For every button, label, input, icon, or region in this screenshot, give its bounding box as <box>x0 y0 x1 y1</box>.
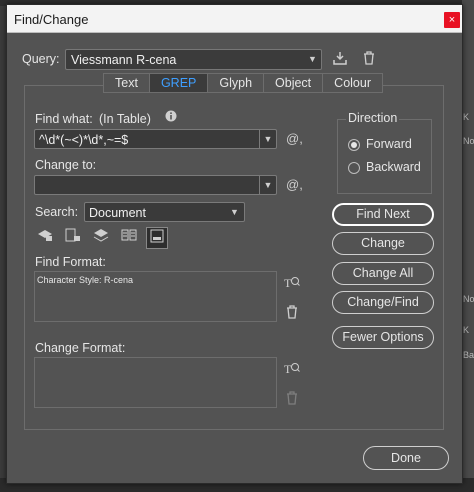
search-scope-select[interactable]: Document ▼ <box>84 202 245 222</box>
background-fragment: K <box>463 112 470 122</box>
find-format-label: Find Format: <box>35 255 106 269</box>
done-button[interactable]: Done <box>363 446 449 470</box>
include-master-pages-icon[interactable] <box>118 227 140 249</box>
fewer-options-button[interactable]: Fewer Options <box>332 326 434 349</box>
chevron-down-icon[interactable]: ▼ <box>259 130 276 148</box>
find-format-box[interactable]: Character Style: R-cena <box>34 271 277 322</box>
tab-grep[interactable]: GREP <box>149 74 209 92</box>
background-panel-right: K No No K Ba <box>462 0 474 492</box>
radio-forward-label[interactable]: Forward <box>366 137 412 151</box>
query-value: Viessmann R-cena <box>71 53 177 67</box>
find-what-field[interactable]: ^\d*(~<)*\d*,~=$ ▼ <box>34 129 277 149</box>
change-find-button[interactable]: Change/Find <box>332 291 434 314</box>
tab-colour[interactable]: Colour <box>323 74 382 92</box>
chevron-down-icon: ▼ <box>308 54 317 64</box>
include-hidden-layers-icon[interactable] <box>90 227 112 249</box>
specify-attributes-icon[interactable]: T <box>284 275 300 292</box>
chevron-down-icon: ▼ <box>230 207 239 217</box>
change-format-box[interactable] <box>34 357 277 408</box>
direction-group: Direction Forward Backward <box>337 111 432 194</box>
find-what-label: Find what: <box>35 112 93 126</box>
change-format-label: Change Format: <box>35 341 126 355</box>
radio-backward-label[interactable]: Backward <box>366 160 421 174</box>
radio-forward[interactable] <box>348 139 360 151</box>
tab-glyph[interactable]: Glyph <box>208 74 265 92</box>
include-locked-stories-icon[interactable] <box>62 227 84 249</box>
special-characters-icon[interactable]: @, <box>286 131 303 146</box>
find-change-dialog: Find/Change × Query: Viessmann R-cena ▼ … <box>6 4 463 484</box>
query-select[interactable]: Viessmann R-cena ▼ <box>65 49 322 70</box>
find-what-scope: (In Table) <box>99 112 151 126</box>
direction-label: Direction <box>346 111 400 125</box>
tab-object[interactable]: Object <box>264 74 324 92</box>
background-fragment: No <box>463 136 474 146</box>
title-bar[interactable]: Find/Change × <box>7 5 462 33</box>
info-icon[interactable] <box>164 110 178 126</box>
change-all-button[interactable]: Change All <box>332 262 434 285</box>
specify-attributes-icon[interactable]: T <box>284 361 300 378</box>
save-query-icon[interactable] <box>332 51 348 69</box>
special-characters-icon[interactable]: @, <box>286 177 303 192</box>
background-fragment: Ba <box>463 350 474 360</box>
background-fragment: K <box>463 325 470 335</box>
change-to-label: Change to: <box>35 158 97 172</box>
close-button[interactable]: × <box>444 12 460 28</box>
find-what-value: ^\d*(~<)*\d*,~=$ <box>39 133 129 147</box>
chevron-down-icon[interactable]: ▼ <box>259 176 276 194</box>
include-locked-layers-icon[interactable] <box>34 227 56 249</box>
search-scope-value: Document <box>89 206 146 220</box>
change-to-field[interactable]: ▼ <box>34 175 277 195</box>
tab-text[interactable]: Text <box>104 74 150 92</box>
window-title: Find/Change <box>14 12 89 27</box>
include-footnotes-icon[interactable] <box>146 227 168 249</box>
find-format-value: Character Style: R-cena <box>37 275 134 285</box>
trash-icon[interactable] <box>361 51 377 69</box>
search-label: Search: <box>35 205 79 219</box>
query-label: Query: <box>22 52 60 66</box>
svg-text:T: T <box>284 276 292 289</box>
svg-text:T: T <box>284 362 292 375</box>
background-fragment: No <box>463 294 474 304</box>
trash-icon[interactable] <box>286 305 298 322</box>
search-type-tabs: Text GREP Glyph Object Colour <box>103 73 383 93</box>
radio-backward[interactable] <box>348 162 360 174</box>
trash-icon <box>286 391 298 408</box>
find-next-button[interactable]: Find Next <box>332 203 434 226</box>
change-button[interactable]: Change <box>332 232 434 255</box>
search-options-toolbar <box>34 227 168 249</box>
